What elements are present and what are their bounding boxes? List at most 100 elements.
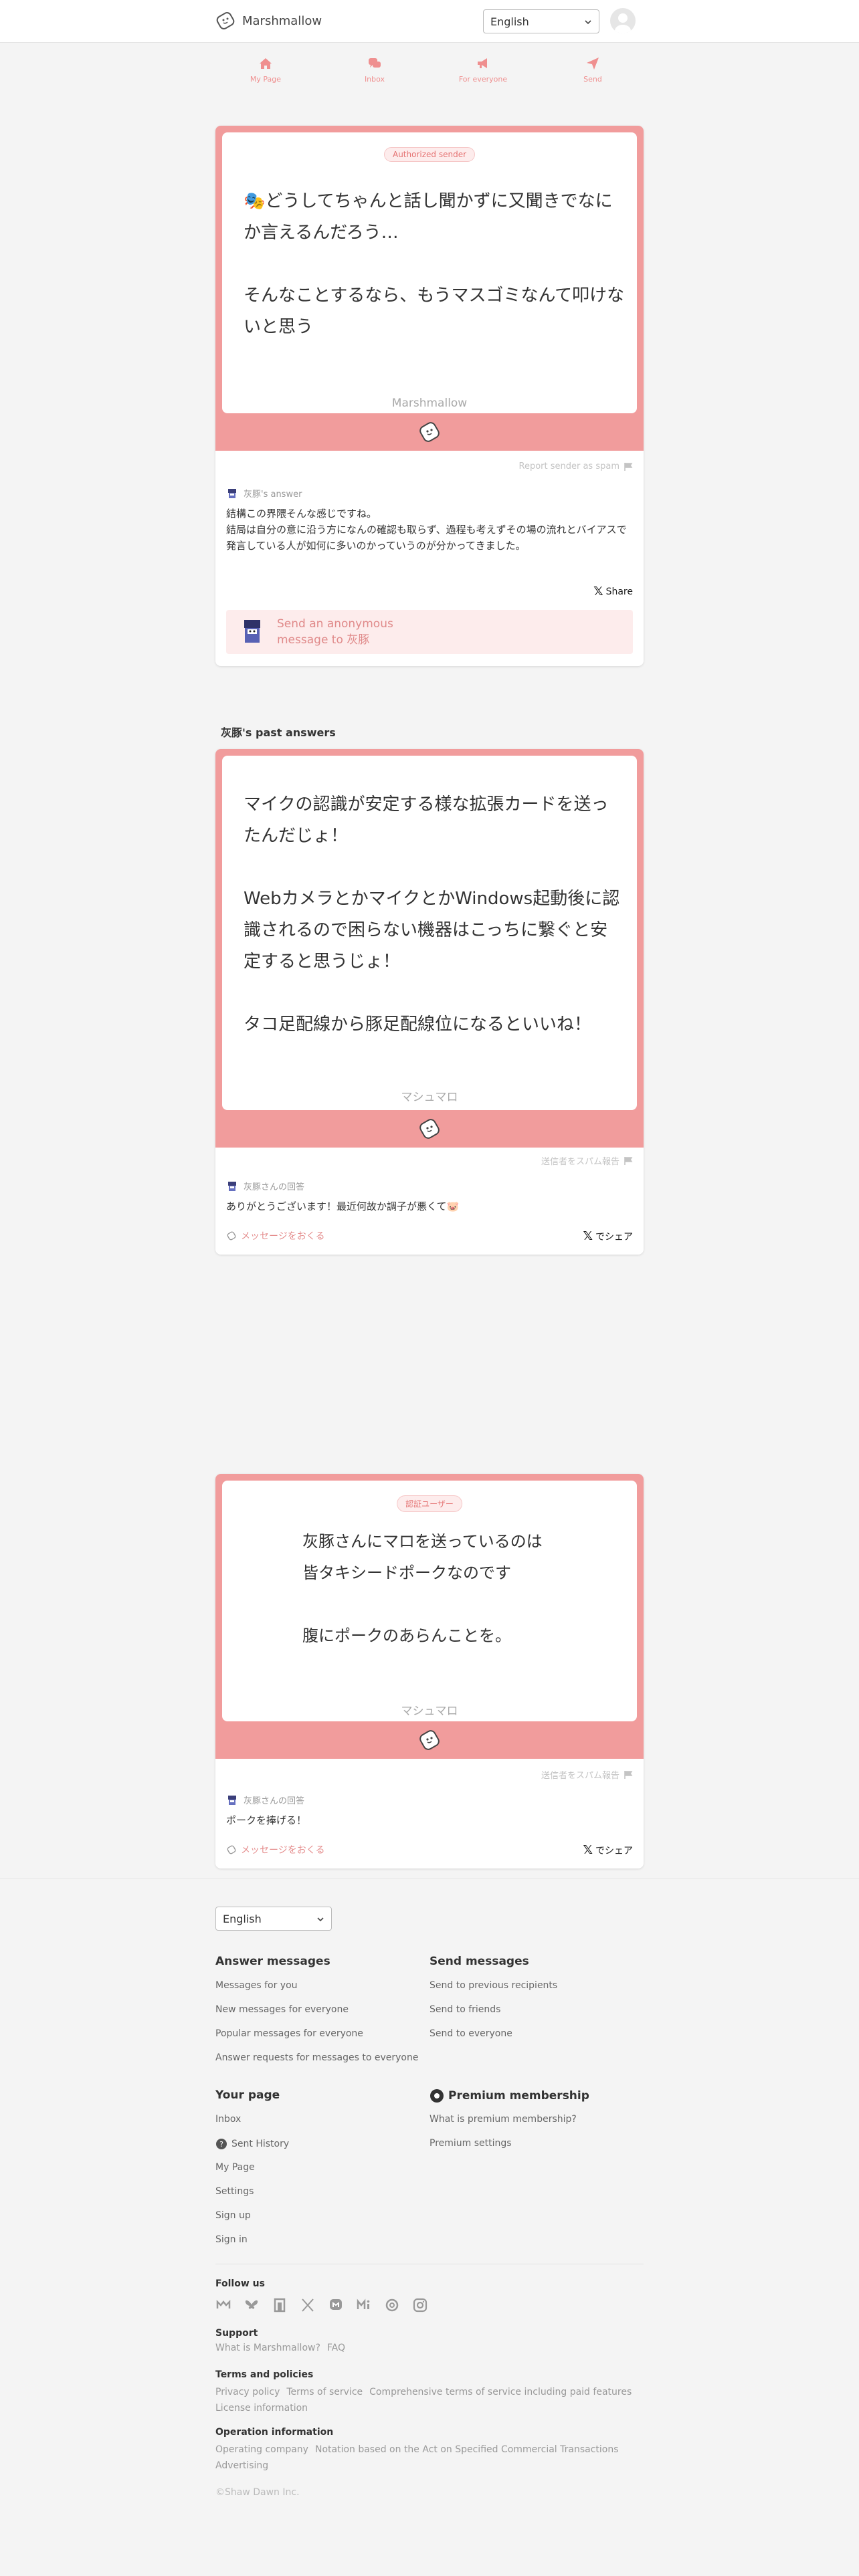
- follow-us-heading: Follow us: [215, 2278, 265, 2289]
- footer-link[interactable]: Terms of service: [286, 2387, 363, 2397]
- share-label: Share: [605, 586, 633, 597]
- answer-messages-heading: Answer messages: [215, 1955, 330, 1968]
- share-label: でシェア: [595, 1231, 633, 1243]
- send-anonymous-label: Send an anonymous message to 灰豚: [277, 617, 393, 647]
- copyright: ©Shaw Dawn Inc.: [215, 2487, 300, 2498]
- x-logo-icon: 𝕏: [583, 1843, 593, 1857]
- sent-history-label: Sent History: [231, 2139, 290, 2149]
- home-logo[interactable]: Marshmallow: [214, 9, 322, 32]
- threads-icon[interactable]: [384, 2297, 400, 2313]
- misskey-icon[interactable]: [215, 2297, 231, 2313]
- user-avatar[interactable]: [610, 8, 636, 33]
- footer-link[interactable]: Sign up: [215, 2210, 251, 2221]
- answer-by-label: 灰豚's answer: [244, 490, 302, 500]
- report-spam-link[interactable]: 送信者をスパム報告: [541, 1154, 633, 1167]
- report-spam-label: 送信者をスパム報告: [541, 1157, 619, 1167]
- marshmallow-logo-icon: [216, 12, 235, 29]
- send-anonymous-message-button[interactable]: Send an anonymous message to 灰豚: [226, 610, 633, 654]
- share-on-x-button[interactable]: 𝕏 でシェア: [583, 1843, 633, 1857]
- answerer-avatar-icon: [228, 1795, 236, 1805]
- footer-link[interactable]: Messages for you: [215, 1980, 298, 1991]
- footer-link[interactable]: Send to everyone: [430, 2028, 512, 2039]
- message-signature: マシュマロ: [401, 1091, 458, 1104]
- site-footer: English Answer messages Messages for you…: [0, 1878, 859, 2576]
- answer-text: ポークを捧げる！: [226, 1814, 307, 1826]
- answerer-avatar-icon: [244, 620, 260, 643]
- flag-icon: [624, 462, 633, 471]
- message-frame: マイクの認識が安定する様な拡張カードを送ったんだじょ！ Webカメラとかマイクと…: [215, 749, 644, 1148]
- past-answers-heading: 灰豚's past answers: [221, 726, 336, 739]
- svg-text:?: ?: [219, 2140, 223, 2149]
- marshmallow-mascot-icon: [419, 422, 440, 442]
- instagram-icon[interactable]: [412, 2297, 428, 2313]
- footer-link[interactable]: FAQ: [327, 2343, 345, 2353]
- nav-my-page-label: My Page: [250, 75, 282, 84]
- support-heading: Support: [215, 2328, 258, 2339]
- share-on-x-button[interactable]: 𝕏 Share: [593, 584, 633, 599]
- help-circle-icon: ?: [216, 2139, 227, 2149]
- report-spam-label: Report sender as spam: [518, 461, 620, 471]
- message-text: 灰豚さんにマロを送っているのは 皆タキシードポークなのです 腹にポークのあらんこ…: [302, 1532, 543, 1645]
- default-user-icon: [615, 13, 631, 33]
- footer-link[interactable]: Send to previous recipients: [430, 1980, 557, 1991]
- send-message-link[interactable]: メッセージをおくる: [226, 1229, 324, 1243]
- footer-link[interactable]: Operating company: [215, 2444, 308, 2455]
- bluesky-icon[interactable]: [244, 2297, 260, 2313]
- footer-link[interactable]: Notation based on the Act on Specified C…: [315, 2444, 619, 2455]
- report-spam-link[interactable]: 送信者をスパム報告: [541, 1768, 633, 1781]
- operation-links: Operating company Notation based on the A…: [215, 2442, 657, 2474]
- app-name: Marshmallow: [242, 13, 322, 28]
- nav-inbox[interactable]: Inbox: [335, 56, 415, 84]
- footer-link[interactable]: Comprehensive terms of service including…: [369, 2387, 632, 2397]
- featured-message-card: Authorized sender 🎭どうしてちゃんと話し聞かずに又聞きでなにか…: [215, 126, 644, 666]
- x-icon[interactable]: [300, 2297, 316, 2313]
- main-nav: My Page Inbox For everyone Send: [214, 56, 645, 96]
- nav-inbox-label: Inbox: [364, 75, 385, 84]
- report-spam-link[interactable]: Report sender as spam: [519, 461, 634, 471]
- house-icon: [260, 58, 272, 69]
- footer-link[interactable]: Privacy policy: [215, 2387, 280, 2397]
- message-signature: マシュマロ: [401, 1705, 458, 1718]
- footer-link[interactable]: What is Marshmallow?: [215, 2343, 320, 2353]
- footer-link[interactable]: Answer requests for messages to everyone: [215, 2052, 418, 2063]
- footer-link[interactable]: What is premium membership?: [430, 2114, 577, 2125]
- footer-link[interactable]: Premium settings: [430, 2138, 512, 2149]
- footer-link[interactable]: New messages for everyone: [215, 2004, 349, 2015]
- footer-link[interactable]: Settings: [215, 2186, 254, 2197]
- terms-heading: Terms and policies: [215, 2369, 314, 2380]
- answerer-avatar-icon: [228, 488, 236, 498]
- language-select-value: English: [490, 15, 529, 28]
- footer-link[interactable]: Popular messages for everyone: [215, 2028, 363, 2039]
- top-header: Marshmallow English: [0, 0, 859, 43]
- message-body: マイクの認識が安定する様な拡張カードを送ったんだじょ！ Webカメラとかマイクと…: [222, 756, 637, 1110]
- nav-send[interactable]: Send: [553, 56, 633, 84]
- message-text: 🎭どうしてちゃんと話し聞かずに又聞きでなにか言えるんだろう… そんなことするなら…: [244, 191, 625, 337]
- send-message-label: メッセージをおくる: [241, 1231, 325, 1242]
- footer-link[interactable]: My Page: [215, 2162, 255, 2173]
- footer-link[interactable]: Inbox: [215, 2114, 241, 2125]
- answer-text: ありがとうございます！最近何故か調子が悪くて🐷: [226, 1200, 460, 1212]
- premium-heading-label: Premium membership: [448, 2089, 589, 2103]
- verified-user-badge: 認証ユーザー: [397, 1495, 462, 1512]
- footer-link[interactable]: Sign in: [215, 2234, 248, 2245]
- report-spam-label: 送信者をスパム報告: [541, 1771, 619, 1781]
- nav-my-page[interactable]: My Page: [225, 56, 306, 84]
- footer-link-sent-history[interactable]: ? Sent History: [215, 2138, 289, 2150]
- language-select[interactable]: English: [483, 9, 599, 33]
- send-message-link[interactable]: メッセージをおくる: [226, 1843, 324, 1856]
- send-messages-heading: Send messages: [430, 1955, 529, 1968]
- footer-language-select[interactable]: English: [215, 1907, 332, 1931]
- misskey-mi-icon[interactable]: [356, 2297, 372, 2313]
- terms-links: Privacy policy Terms of service Comprehens…: [215, 2384, 657, 2416]
- footer-link[interactable]: Send to friends: [430, 2004, 500, 2015]
- share-on-x-button[interactable]: 𝕏 でシェア: [583, 1229, 633, 1243]
- answer-header: 灰豚さんの回答: [226, 1794, 304, 1806]
- footer-link[interactable]: License information: [215, 2403, 308, 2413]
- footer-language-value: English: [223, 1912, 262, 1925]
- footer-link[interactable]: Advertising: [215, 2460, 268, 2471]
- pixiv-fanbox-icon[interactable]: [272, 2297, 288, 2313]
- nav-for-everyone[interactable]: For everyone: [443, 56, 523, 84]
- marshmallow-icon: [227, 1845, 236, 1854]
- mastodon-icon[interactable]: [328, 2297, 344, 2313]
- answer-header: 灰豚さんの回答: [226, 1180, 304, 1192]
